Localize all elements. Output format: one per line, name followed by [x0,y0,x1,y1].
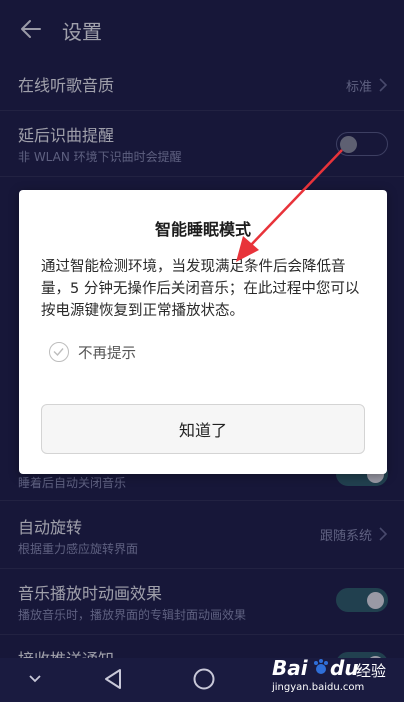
toggle-knob [340,136,357,153]
toggle-knob [367,592,384,609]
setting-row-delayed-recognition[interactable]: 延后识曲提醒 非 WLAN 环境下识曲时会提醒 [0,110,404,177]
chevron-right-icon [379,527,388,541]
top-bar: 设置 [0,0,404,60]
toggle-switch[interactable] [336,132,388,156]
watermark-brand: Bai [272,656,308,680]
toggle-switch[interactable] [336,588,388,612]
setting-value: 跟随系统 [319,529,372,544]
dont-show-again-checkbox[interactable]: 不再提示 [49,340,136,364]
sleep-mode-dialog: 智能睡眠模式 通过智能检测环境，当发现满足条件后会降低音量，5 分钟无操作后关闭… [19,190,387,474]
baidu-jingyan-watermark: Bai du 经验 jingyan.baidu.com [266,656,396,696]
paw-icon [314,659,328,674]
setting-row-audio-quality[interactable]: 在线听歌音质 标准 [0,60,404,111]
back-triangle-icon[interactable] [101,667,125,691]
setting-value: 标准 [345,80,372,95]
setting-row-play-animation[interactable]: 音乐播放时动画效果 播放音乐时，播放界面的专辑封面动画效果 [0,568,404,635]
watermark-url: jingyan.baidu.com [272,682,365,693]
setting-subtitle: 根据重力感应旋转界面 [18,542,139,556]
setting-title: 在线听歌音质 [18,76,115,95]
watermark-brand-suffix: du [330,656,359,680]
arrow-left-icon[interactable] [18,16,44,42]
checkbox-circle-icon[interactable] [49,342,69,362]
chevron-down-icon[interactable] [28,672,42,686]
dialog-message: 通过智能检测环境，当发现满足条件后会降低音量，5 分钟无操作后关闭音乐；在此过程… [41,259,360,319]
setting-subtitle: 睡着后自动关闭音乐 [18,476,127,490]
got-it-button[interactable]: 知道了 [41,404,365,454]
setting-subtitle: 播放音乐时，播放界面的专辑封面动画效果 [18,608,247,622]
setting-title: 自动旋转 [18,518,83,537]
dialog-title: 智能睡眠模式 [154,220,251,239]
page-title: 设置 [62,20,102,44]
setting-title: 音乐播放时动画效果 [18,584,163,603]
setting-row-auto-rotate[interactable]: 自动旋转 根据重力感应旋转界面 跟随系统 [0,500,404,569]
watermark-subtitle: 经验 [356,662,387,680]
chevron-right-icon [379,78,388,92]
setting-subtitle: 非 WLAN 环境下识曲时会提醒 [18,150,182,164]
setting-title: 延后识曲提醒 [18,126,115,145]
checkbox-label: 不再提示 [78,345,136,362]
home-circle-icon[interactable] [192,667,216,691]
